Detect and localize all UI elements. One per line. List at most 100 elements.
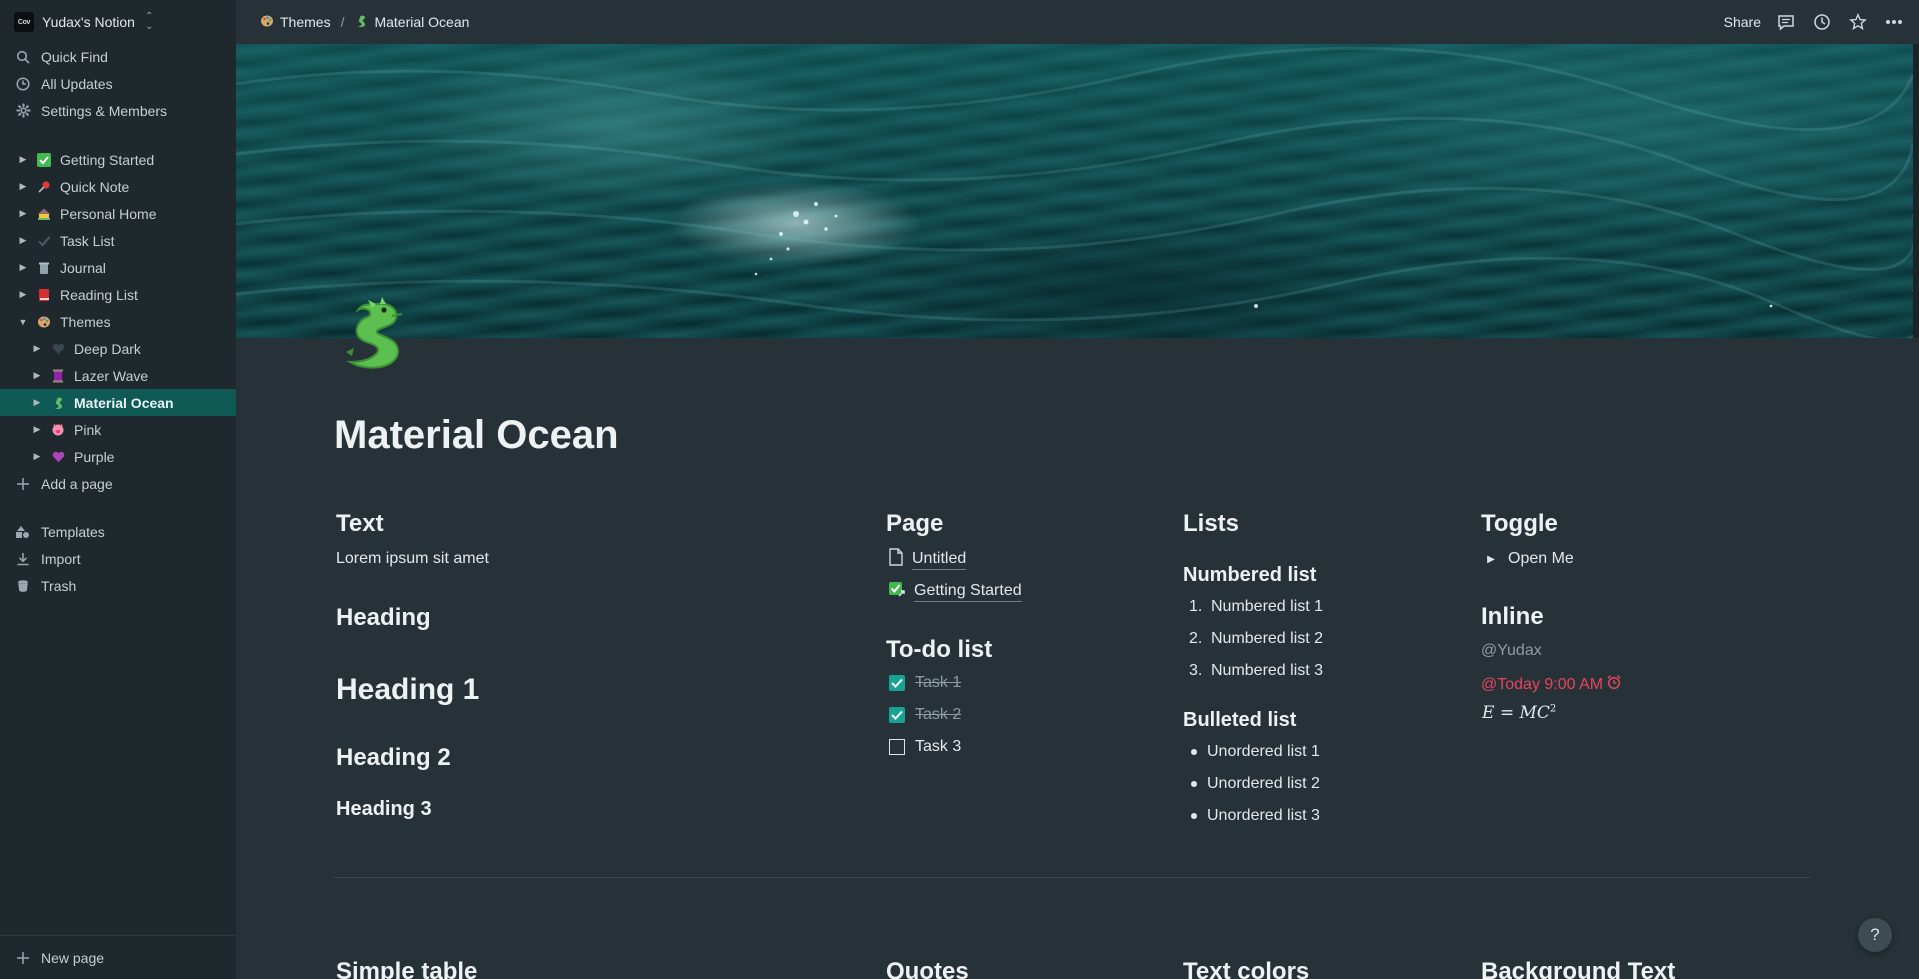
checkbox-unchecked[interactable] — [889, 739, 905, 755]
checkbox-checked[interactable] — [889, 707, 905, 723]
sidebar-all-updates-label: All Updates — [41, 75, 113, 92]
caret-right-icon[interactable]: ▶ — [32, 370, 42, 381]
sidebar-item-themes[interactable]: ▼ Themes — [0, 308, 236, 335]
section-heading-toggle[interactable]: Toggle — [1481, 510, 1558, 538]
help-button[interactable]: ? — [1858, 918, 1892, 952]
numbered-list-item[interactable]: 3. Numbered list 3 — [1189, 662, 1323, 680]
bullet — [1191, 781, 1197, 787]
sidebar-trash[interactable]: Trash — [0, 572, 236, 599]
gear-icon — [15, 103, 31, 119]
divider — [334, 877, 1810, 878]
sidebar-item-personal-home[interactable]: ▶ Personal Home — [0, 200, 236, 227]
section-heading-inline[interactable]: Inline — [1481, 603, 1544, 631]
bulleted-list-heading[interactable]: Bulleted list — [1183, 709, 1296, 732]
share-button[interactable]: Share — [1724, 14, 1761, 30]
user-mention[interactable]: @Yudax — [1481, 642, 1542, 660]
todo-label[interactable]: Task 2 — [915, 706, 961, 724]
toggle-block[interactable]: ▶ Open Me — [1484, 550, 1574, 568]
page-link-getting-started[interactable]: Getting Started — [888, 580, 1022, 603]
sidebar-item-label: Reading List — [60, 286, 138, 303]
caret-down-icon[interactable]: ▼ — [18, 317, 28, 327]
house-icon — [36, 206, 52, 222]
scrollbar[interactable] — [1913, 44, 1919, 338]
sidebar-item-getting-started[interactable]: ▶ Getting Started — [0, 146, 236, 173]
sidebar-item-label: Journal — [60, 259, 106, 276]
cover-image — [236, 44, 1913, 338]
caret-right-icon[interactable]: ▶ — [32, 451, 42, 462]
section-heading-text[interactable]: Text — [336, 510, 384, 538]
clock-icon — [15, 76, 31, 92]
bulleted-list-item[interactable]: Unordered list 1 — [1183, 743, 1320, 761]
breadcrumb-themes[interactable]: Themes — [256, 12, 335, 33]
caret-right-icon[interactable]: ▶ — [32, 424, 42, 435]
caret-right-icon[interactable]: ▶ — [32, 343, 42, 354]
breadcrumb: Themes / Material Ocean — [256, 0, 473, 44]
star-icon[interactable] — [1847, 11, 1869, 33]
top-actions: Share — [1724, 0, 1905, 44]
section-heading-text-colors[interactable]: Text colors — [1183, 958, 1309, 979]
numbered-list-item[interactable]: 2. Numbered list 2 — [1189, 630, 1323, 648]
todo-label[interactable]: Task 1 — [915, 674, 961, 692]
toggle-label: Open Me — [1508, 550, 1574, 567]
section-heading-background-text[interactable]: Background Text — [1481, 958, 1675, 979]
sidebar-all-updates[interactable]: All Updates — [0, 70, 236, 97]
sidebar-item-reading-list[interactable]: ▶ Reading List — [0, 281, 236, 308]
sidebar-item-lazer-wave[interactable]: ▶ Lazer Wave — [0, 362, 236, 389]
todo-label[interactable]: Task 3 — [915, 738, 961, 756]
check-box-link-icon — [888, 580, 906, 603]
sidebar-item-material-ocean[interactable]: ▶ Material Ocean — [0, 389, 236, 416]
sidebar-new-page[interactable]: New page — [0, 944, 236, 971]
date-mention[interactable]: @Today 9:00 AM — [1481, 674, 1622, 695]
caret-right-icon[interactable]: ▶ — [18, 208, 28, 219]
sidebar-item-journal[interactable]: ▶ Journal — [0, 254, 236, 281]
caret-right-icon[interactable]: ▶ — [18, 181, 28, 192]
page-link-untitled[interactable]: Untitled — [888, 548, 967, 571]
history-icon[interactable] — [1811, 11, 1833, 33]
workspace-switcher[interactable]: Cov Yudax's Notion ⌃ ⌄ — [14, 10, 153, 34]
heading-plain[interactable]: Heading — [336, 604, 431, 632]
heading-3[interactable]: Heading 3 — [336, 798, 432, 821]
templates-icon — [15, 524, 31, 540]
todo-item: Task 1 — [889, 674, 961, 692]
heading-2[interactable]: Heading 2 — [336, 744, 451, 772]
text-paragraph[interactable]: Lorem ipsum sit amet — [336, 550, 489, 568]
sidebar-import[interactable]: Import — [0, 545, 236, 572]
sidebar-item-pink[interactable]: ▶ Pink — [0, 416, 236, 443]
section-heading-todo[interactable]: To-do list — [886, 636, 992, 664]
caret-right-icon[interactable]: ▶ — [32, 397, 42, 408]
bulleted-list-item[interactable]: Unordered list 2 — [1183, 775, 1320, 793]
inline-equation[interactable]: E = MC2 — [1482, 703, 1556, 723]
page-title[interactable]: Material Ocean — [334, 413, 619, 458]
sidebar-item-quick-note[interactable]: ▶ Quick Note — [0, 173, 236, 200]
caret-right-icon[interactable]: ▶ — [18, 235, 28, 246]
heading-1[interactable]: Heading 1 — [336, 673, 479, 707]
bulleted-list-item[interactable]: Unordered list 3 — [1183, 807, 1320, 825]
page-dragon-icon[interactable] — [336, 296, 412, 372]
list-item-label: Unordered list 1 — [1207, 743, 1320, 760]
sidebar-quick-find[interactable]: Quick Find — [0, 43, 236, 70]
comment-icon[interactable] — [1775, 11, 1797, 33]
checkbox-checked[interactable] — [889, 675, 905, 691]
sidebar-templates[interactable]: Templates — [0, 518, 236, 545]
sidebar-item-purple[interactable]: ▶ Purple — [0, 443, 236, 470]
sidebar-item-label: Quick Note — [60, 178, 130, 195]
sidebar-settings[interactable]: Settings & Members — [0, 97, 236, 124]
section-heading-quotes[interactable]: Quotes — [886, 958, 969, 979]
caret-right-icon[interactable]: ▶ — [18, 289, 28, 300]
toggle-triangle-icon[interactable]: ▶ — [1484, 554, 1498, 565]
sidebar-item-deep-dark[interactable]: ▶ Deep Dark — [0, 335, 236, 362]
section-heading-lists[interactable]: Lists — [1183, 510, 1239, 538]
numbered-list-heading[interactable]: Numbered list — [1183, 564, 1316, 587]
sidebar-add-page[interactable]: Add a page — [0, 470, 236, 497]
breadcrumb-material-ocean[interactable]: Material Ocean — [350, 12, 473, 33]
sidebar-item-label: Pink — [74, 421, 102, 438]
section-heading-page[interactable]: Page — [886, 510, 943, 538]
caret-right-icon[interactable]: ▶ — [18, 154, 28, 165]
section-heading-simple-table[interactable]: Simple table — [336, 958, 477, 979]
more-icon[interactable] — [1883, 11, 1905, 33]
topbar: Themes / Material Ocean Share — [236, 0, 1919, 44]
breadcrumb-separator: / — [340, 14, 345, 30]
caret-right-icon[interactable]: ▶ — [18, 262, 28, 273]
sidebar-item-task-list[interactable]: ▶ Task List — [0, 227, 236, 254]
numbered-list-item[interactable]: 1. Numbered list 1 — [1189, 598, 1323, 616]
